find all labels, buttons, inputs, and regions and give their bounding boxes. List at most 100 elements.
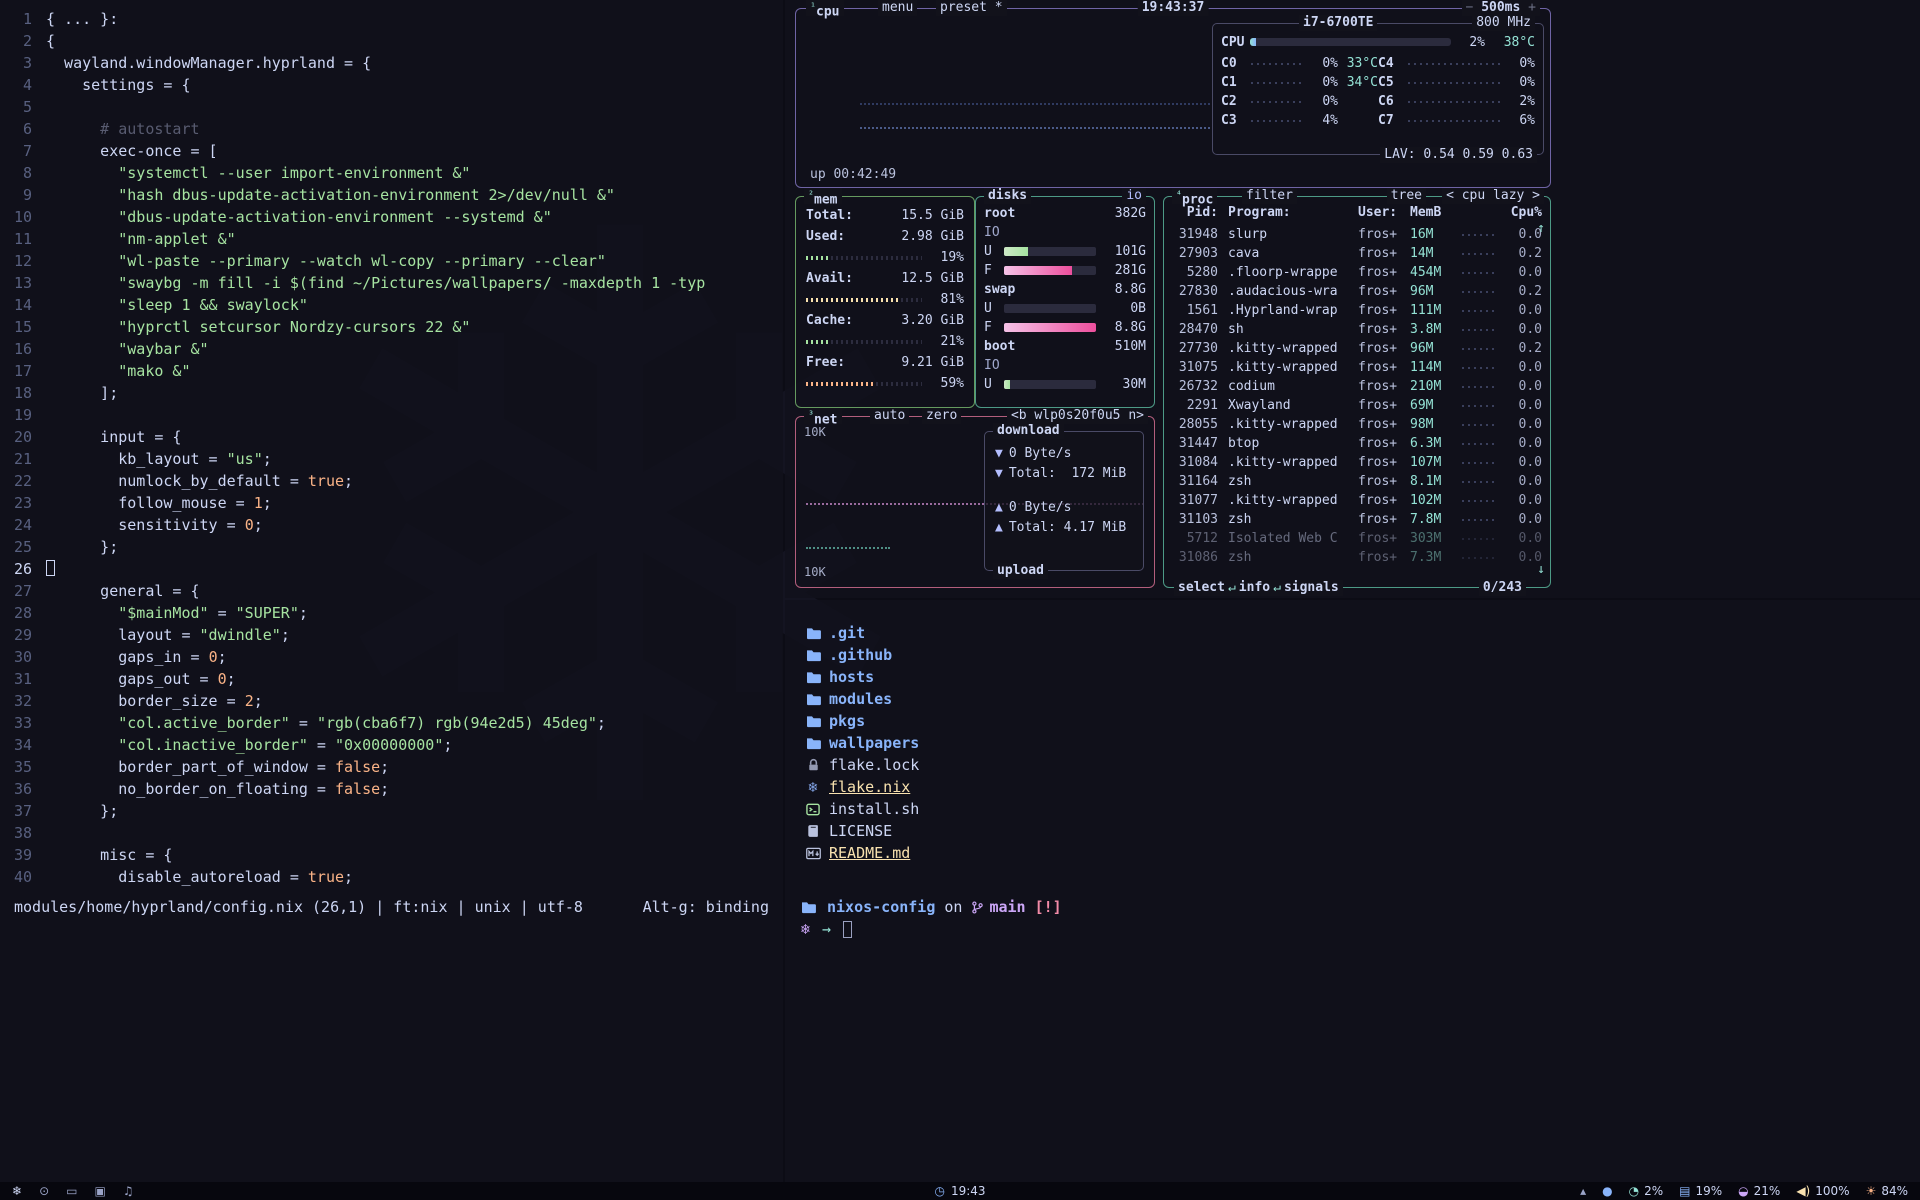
editor-line[interactable]: 34 "col.inactive_border" = "0x00000000"; [0,734,783,756]
editor-line[interactable]: 22 numlock_by_default = true; [0,470,783,492]
scroll-down-icon[interactable]: ↓ [1537,562,1545,577]
process-row[interactable]: 31077.kitty-wrappedfros+102M0.0 [1172,491,1542,510]
editor-line[interactable]: 18 ]; [0,382,783,404]
bar-clock[interactable]: ◷ 19:43 [934,1184,985,1198]
clock-time: 19:43 [951,1184,986,1198]
process-row[interactable]: 28470shfros+3.8M0.0 [1172,320,1542,339]
process-row[interactable]: 5280.floorp-wrappefros+454M0.0 [1172,263,1542,282]
editor-line[interactable]: 30 gaps_in = 0; [0,646,783,668]
editor-line[interactable]: 31 gaps_out = 0; [0,668,783,690]
process-row[interactable]: 31103zshfros+7.8M0.0 [1172,510,1542,529]
music-icon[interactable]: ♫ [123,1184,134,1198]
terminal-window[interactable]: .git.githubhostsmodulespkgswallpapersfla… [785,600,1920,1182]
process-row[interactable]: 27730.kitty-wrappedfros+96M0.2 [1172,339,1542,358]
editor-window[interactable]: 1{ ... }:2{3 wayland.windowManager.hyprl… [0,0,783,1182]
editor-line[interactable]: 23 follow_mouse = 1; [0,492,783,514]
editor-line[interactable]: 15 "hyprctl setcursor Nordzy-cursors 22 … [0,316,783,338]
proc-filter-button[interactable]: filter [1242,188,1297,204]
editor-line[interactable]: 38 [0,822,783,844]
editor-line[interactable]: 33 "col.active_border" = "rgb(cba6f7) rg… [0,712,783,734]
editor-line[interactable]: 40 disable_autoreload = true; [0,866,783,888]
editor-line[interactable]: 5 [0,96,783,118]
volume-indicator[interactable]: ◀)100% [1796,1184,1849,1198]
editor-line[interactable]: 11 "nm-applet &" [0,228,783,250]
editor-line[interactable]: 8 "systemctl --user import-environment &… [0,162,783,184]
terminal-cursor[interactable] [843,921,852,938]
editor-line[interactable]: 13 "swaybg -m fill -i $(find ~/Pictures/… [0,272,783,294]
editor-line[interactable]: 10 "dbus-update-activation-environment -… [0,206,783,228]
net-auto-toggle[interactable]: auto [870,408,909,424]
process-row[interactable]: 27830.audacious-wrafros+96M0.2 [1172,282,1542,301]
editor-line[interactable]: 26 [0,558,783,580]
editor-line[interactable]: 3 wayland.windowManager.hyprland = { [0,52,783,74]
brightness-indicator[interactable]: ☀84% [1866,1184,1908,1198]
memory-indicator[interactable]: ▤19% [1679,1184,1722,1198]
status-dot-icon[interactable]: ● [1602,1184,1612,1198]
editor-line[interactable]: 20 input = { [0,426,783,448]
proc-box-title[interactable]: ⁴proc [1172,188,1217,204]
proc-footer-keys[interactable]: select↵info↵signals [1174,580,1343,596]
editor-line[interactable]: 17 "mako &" [0,360,783,382]
editor-line[interactable]: 7 exec-once = [ [0,140,783,162]
record-icon[interactable]: ⊙ [39,1184,49,1198]
btop-window[interactable]: ¹cpu menu preset * 19:43:37 − 500ms + i7… [785,0,1920,598]
net-box-title[interactable]: ³net [804,408,842,424]
process-row[interactable]: 31164zshfros+8.1M0.0 [1172,472,1542,491]
editor-line[interactable]: 12 "wl-paste --primary --watch wl-copy -… [0,250,783,272]
process-row[interactable]: 26732codiumfros+210M0.0 [1172,377,1542,396]
disk-indicator[interactable]: ◒21% [1738,1184,1780,1198]
editor-line[interactable]: 32 border_size = 2; [0,690,783,712]
process-row[interactable]: 1561.Hyprland-wrapfros+111M0.0 [1172,301,1542,320]
editor-line[interactable]: 37 }; [0,800,783,822]
editor-buffer[interactable]: 1{ ... }:2{3 wayland.windowManager.hyprl… [0,0,783,888]
scroll-up-icon[interactable]: ↑ [1537,221,1545,236]
editor-line[interactable]: 19 [0,404,783,426]
memory-stat-row: Total:15.5 GiB [804,205,966,226]
process-row[interactable]: 31086zshfros+7.3M0.0 [1172,548,1542,567]
process-row[interactable]: 2291Xwaylandfros+69M0.0 [1172,396,1542,415]
editor-line[interactable]: 29 layout = "dwindle"; [0,624,783,646]
cpu-core-row: C50% [1378,73,1535,92]
editor-line[interactable]: 2{ [0,30,783,52]
process-row[interactable]: 31084.kitty-wrappedfros+107M0.0 [1172,453,1542,472]
process-row[interactable]: 28055.kitty-wrappedfros+98M0.0 [1172,415,1542,434]
chat-icon[interactable]: ▭ [66,1184,77,1198]
editor-line[interactable]: 9 "hash dbus-update-activation-environme… [0,184,783,206]
preset-button[interactable]: preset * [936,0,1007,16]
nix-logo-icon[interactable]: ❄ [12,1184,22,1198]
process-row[interactable]: 31075.kitty-wrappedfros+114M0.0 [1172,358,1542,377]
editor-line[interactable]: 39 misc = { [0,844,783,866]
editor-line[interactable]: 16 "waybar &" [0,338,783,360]
editor-line[interactable]: 14 "sleep 1 && swaylock" [0,294,783,316]
net-interface-selector[interactable]: <b wlp0s20f0u5 n> [1007,408,1148,424]
editor-line[interactable]: 4 settings = { [0,74,783,96]
cpu-value: 2% [1644,1184,1663,1198]
chevron-up-icon[interactable]: ▴ [1580,1184,1586,1198]
editor-line[interactable]: 35 border_part_of_window = false; [0,756,783,778]
editor-line[interactable]: 36 no_border_on_floating = false; [0,778,783,800]
editor-line[interactable]: 25 }; [0,536,783,558]
process-row[interactable]: 31948slurpfros+16M0.0 [1172,225,1542,244]
proc-sort-selector[interactable]: < cpu lazy > [1442,188,1544,204]
gallery-icon[interactable]: ▣ [94,1184,105,1198]
process-row[interactable]: 31447btopfros+6.3M0.0 [1172,434,1542,453]
editor-line[interactable]: 27 general = { [0,580,783,602]
process-table-header[interactable]: Pid: Program: User: MemB Cpu% [1172,203,1542,223]
proc-tree-toggle[interactable]: tree [1387,188,1426,204]
process-row[interactable]: 5712Isolated Web Cfros+303M0.0 [1172,529,1542,548]
editor-line[interactable]: 1{ ... }: [0,8,783,30]
net-zero-toggle[interactable]: zero [922,408,961,424]
shell-prompt-input-line[interactable]: ❄ → [801,918,1920,940]
process-row[interactable]: 27903cavafros+14M0.2 [1172,244,1542,263]
cpu-box-title[interactable]: ¹cpu [806,0,844,16]
menu-button[interactable]: menu [878,0,917,16]
update-interval-control[interactable]: − 500ms + [1462,0,1540,16]
memory-box-title[interactable]: ²mem [804,188,842,204]
editor-line[interactable]: 21 kb_layout = "us"; [0,448,783,470]
file-name: .github [829,644,892,666]
cpu-indicator[interactable]: ◔2% [1629,1184,1664,1198]
editor-line[interactable]: 28 "$mainMod" = "SUPER"; [0,602,783,624]
io-mode-toggle[interactable]: io [1122,188,1146,204]
editor-line[interactable]: 6 # autostart [0,118,783,140]
editor-line[interactable]: 24 sensitivity = 0; [0,514,783,536]
